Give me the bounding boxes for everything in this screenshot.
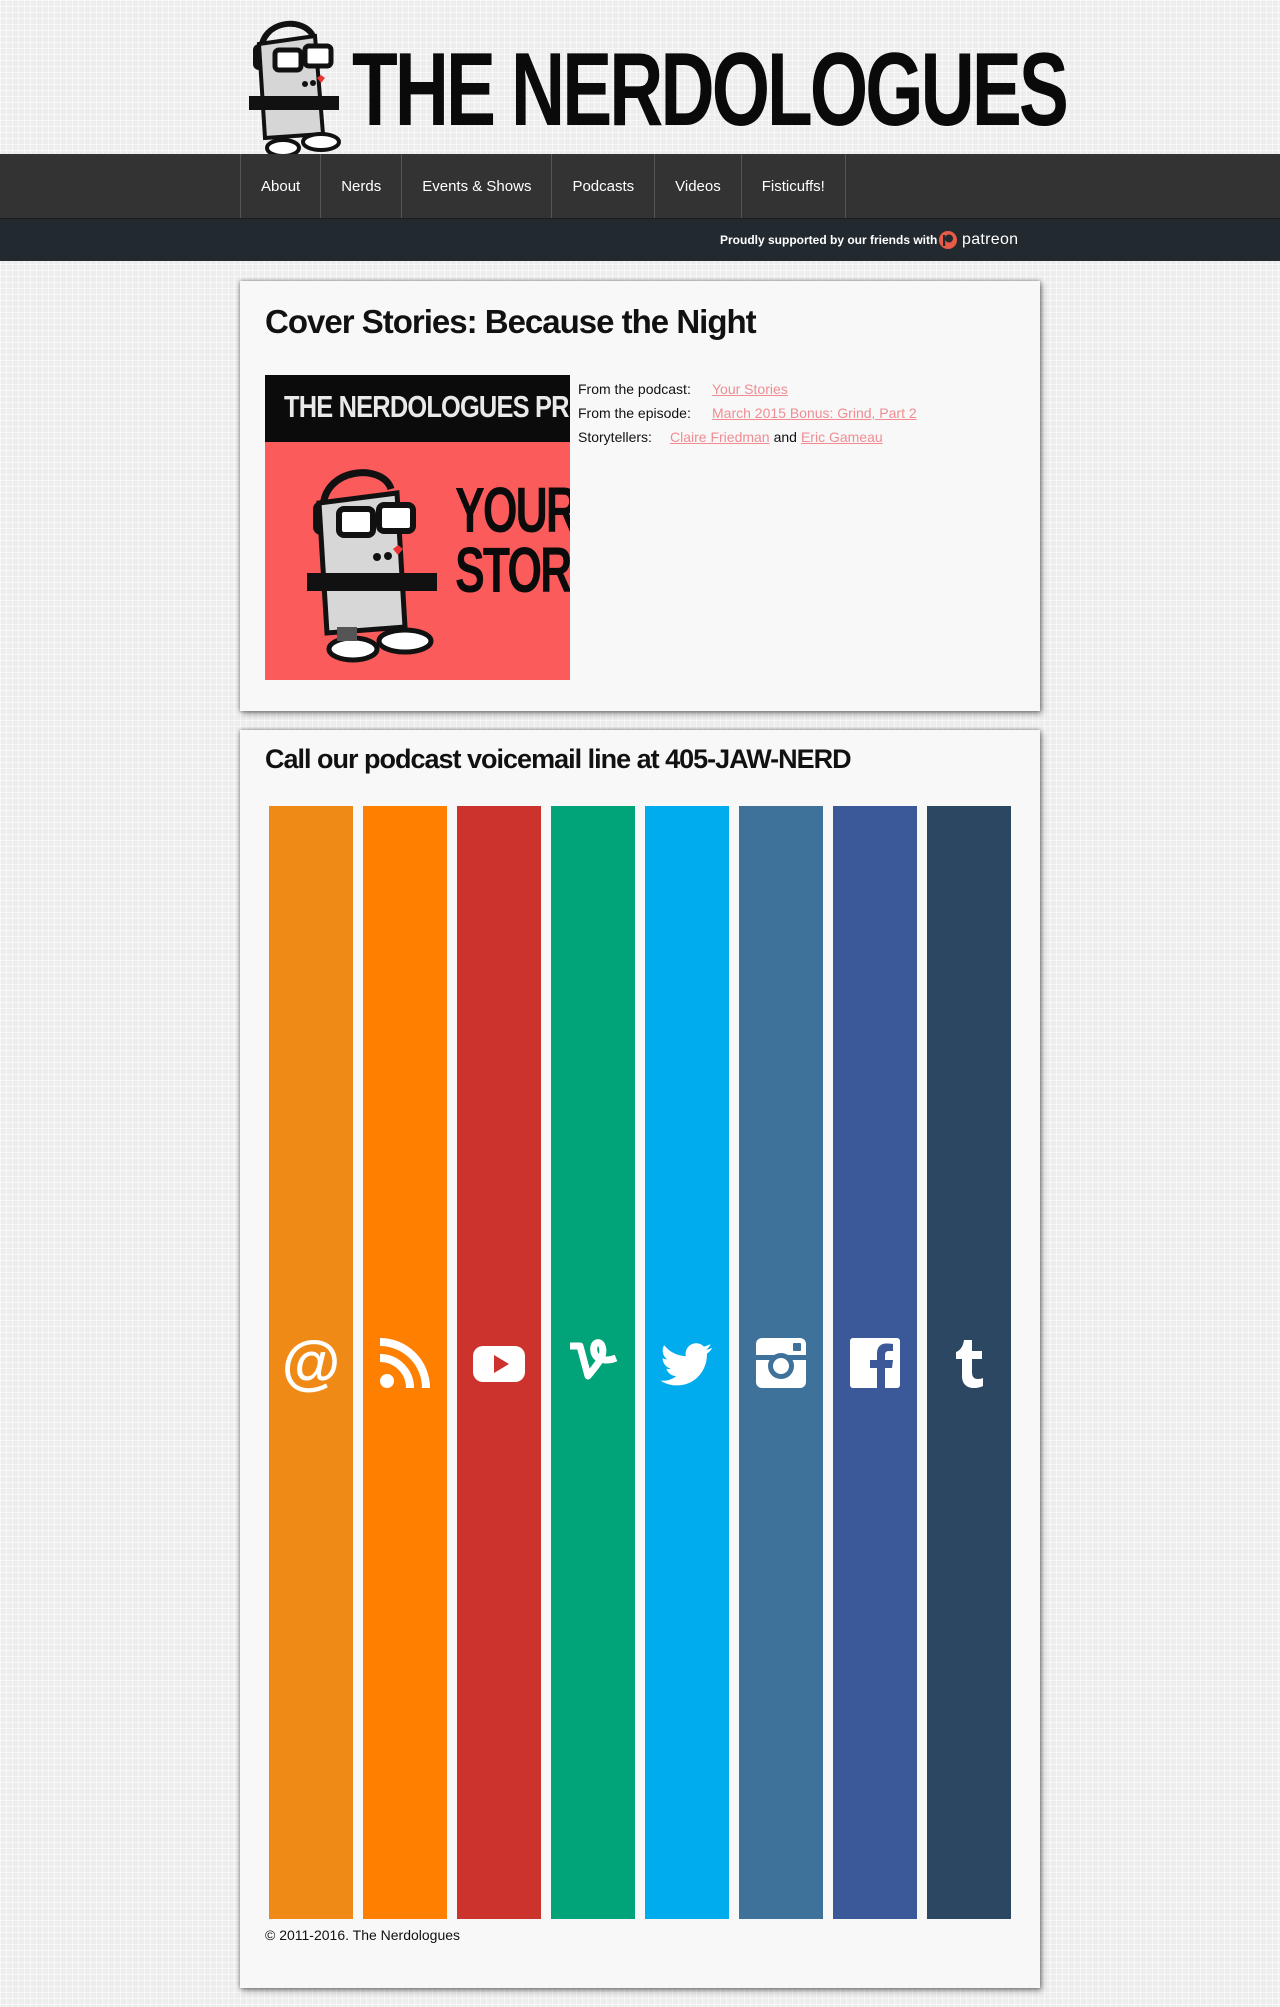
social-instagram-button[interactable] <box>739 806 823 1919</box>
social-email-button[interactable]: @ <box>269 806 353 1919</box>
cover-title-line1: YOUR <box>455 474 570 546</box>
cover-title: YOUR STORIES <box>455 474 570 606</box>
support-text: Proudly supported by our friends with <box>720 233 938 247</box>
cover-band: THE NERDOLOGUES PRESENTS <box>265 375 570 442</box>
social-youtube-button[interactable] <box>457 806 541 1919</box>
cover-mascot-illustration <box>307 469 437 663</box>
nav-list: About Nerds Events & Shows Podcasts Vide… <box>240 154 846 218</box>
voicemail-title: Call our podcast voicemail line at 405-J… <box>265 744 852 774</box>
meta-storytellers-row: Storytellers: Claire Friedman and Eric G… <box>578 425 917 449</box>
storyteller-link-2[interactable]: Eric Gameau <box>801 429 883 445</box>
at-icon: @ <box>281 1328 341 1396</box>
nav-item-videos[interactable]: Videos <box>655 154 742 218</box>
vine-icon <box>570 1338 618 1379</box>
post-title: Cover Stories: Because the Night <box>265 303 757 340</box>
meta-episode-row: From the episode: March 2015 Bonus: Grin… <box>578 401 917 425</box>
meta-storytellers-label: Storytellers: <box>578 429 652 445</box>
nav-item-podcasts[interactable]: Podcasts <box>552 154 656 218</box>
footer-copyright: © 2011-2016. The Nerdologues <box>265 1927 461 1943</box>
youtube-icon <box>473 1345 525 1382</box>
social-twitter-button[interactable] <box>645 806 729 1919</box>
rss-icon <box>379 1337 430 1388</box>
nav-item-about[interactable]: About <box>241 154 322 218</box>
meta-and: and <box>773 429 797 445</box>
nav-item-nerds[interactable]: Nerds <box>321 154 403 218</box>
meta-podcast-row: From the podcast: Your Stories <box>578 377 917 401</box>
social-links: @ <box>269 806 1011 1919</box>
social-facebook-button[interactable] <box>833 806 917 1919</box>
post-meta: From the podcast: Your Stories From the … <box>578 377 917 449</box>
patreon-wordmark: patreon <box>962 231 1019 248</box>
patreon-link[interactable]: patreon <box>938 229 1018 251</box>
podcast-link[interactable]: Your Stories <box>712 381 788 397</box>
support-bar: Proudly supported by our friends with pa… <box>0 219 1280 261</box>
nerdologues-mascot-logo[interactable] <box>243 14 353 160</box>
meta-podcast-label: From the podcast: <box>578 381 691 397</box>
voicemail-card: Call our podcast voicemail line at 405-J… <box>240 730 1040 1988</box>
storyteller-link-1[interactable]: Claire Friedman <box>670 429 770 445</box>
post-card: Cover Stories: Because the Night THE NER… <box>240 281 1040 711</box>
facebook-icon <box>850 1337 900 1388</box>
site-title[interactable]: THE NERDOLOGUES <box>352 32 1069 148</box>
social-rss-button[interactable] <box>363 806 447 1919</box>
site-header: THE NERDOLOGUES <box>0 0 1280 158</box>
social-vine-button[interactable] <box>551 806 635 1919</box>
twitter-icon <box>660 1342 713 1385</box>
nav-item-events-shows[interactable]: Events & Shows <box>402 154 553 218</box>
cover-band-text: THE NERDOLOGUES PRESENTS <box>284 389 570 424</box>
main-nav: About Nerds Events & Shows Podcasts Vide… <box>0 154 1280 219</box>
social-tumblr-button[interactable] <box>927 806 1011 1919</box>
podcast-cover-art[interactable]: THE NERDOLOGUES PRESENTS YOUR STORIES <box>265 375 570 680</box>
nav-item-fisticuffs[interactable]: Fisticuffs! <box>742 154 846 218</box>
episode-link[interactable]: March 2015 Bonus: Grind, Part 2 <box>712 405 917 421</box>
meta-episode-label: From the episode: <box>578 405 691 421</box>
patreon-icon <box>939 231 957 249</box>
instagram-icon <box>756 1337 806 1388</box>
cover-title-line2: STORIES <box>455 534 570 606</box>
tumblr-icon <box>956 1339 983 1388</box>
